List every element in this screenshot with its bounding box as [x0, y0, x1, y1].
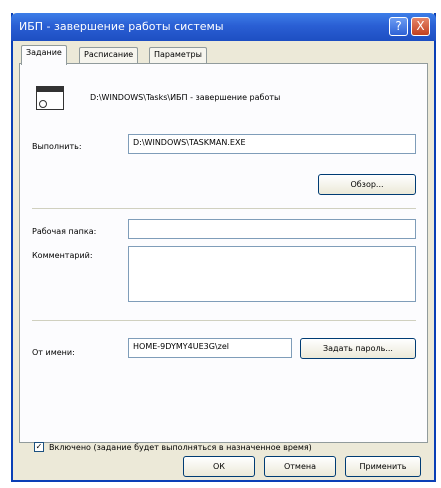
tab-settings[interactable]: Параметры [149, 47, 207, 64]
ok-button[interactable]: ОК [183, 456, 255, 477]
enabled-checkbox[interactable]: ✓ [34, 442, 44, 452]
enabled-label: Включено (задание будет выполняться в на… [49, 443, 312, 452]
run-as-input[interactable]: HOME-9DYMY4UE3G\zel [128, 338, 292, 358]
cancel-button[interactable]: Отмена [264, 456, 336, 477]
task-tab-panel: D:\WINDOWS\Tasks\ИБП - завершение работы… [19, 63, 428, 452]
task-file-path: D:\WINDOWS\Tasks\ИБП - завершение работы [90, 93, 281, 102]
run-label: Выполнить: [32, 142, 82, 151]
tab-task[interactable]: Задание [21, 45, 67, 65]
title-bar[interactable]: ИБП - завершение работы системы ? X [11, 13, 436, 41]
workdir-label: Рабочая папка: [32, 227, 97, 236]
comment-textarea[interactable] [128, 246, 416, 302]
scheduled-task-icon [36, 86, 64, 110]
run-as-label: От имени: [32, 348, 75, 357]
window-title: ИБП - завершение работы системы [19, 20, 224, 33]
browse-button[interactable]: Обзор... [318, 174, 416, 195]
close-button[interactable]: X [411, 17, 430, 36]
tab-schedule[interactable]: Расписание [79, 47, 139, 64]
separator [32, 208, 416, 209]
comment-label: Комментарий: [32, 251, 93, 260]
separator [32, 320, 416, 321]
apply-button[interactable]: Применить [345, 456, 421, 477]
task-properties-dialog: ИБП - завершение работы системы ? X Зада… [11, 13, 436, 482]
help-button[interactable]: ? [389, 17, 408, 36]
run-command-input[interactable]: D:\WINDOWS\TASKMAN.EXE [128, 134, 416, 154]
set-password-button[interactable]: Задать пароль... [300, 338, 416, 359]
workdir-input[interactable] [128, 219, 416, 239]
